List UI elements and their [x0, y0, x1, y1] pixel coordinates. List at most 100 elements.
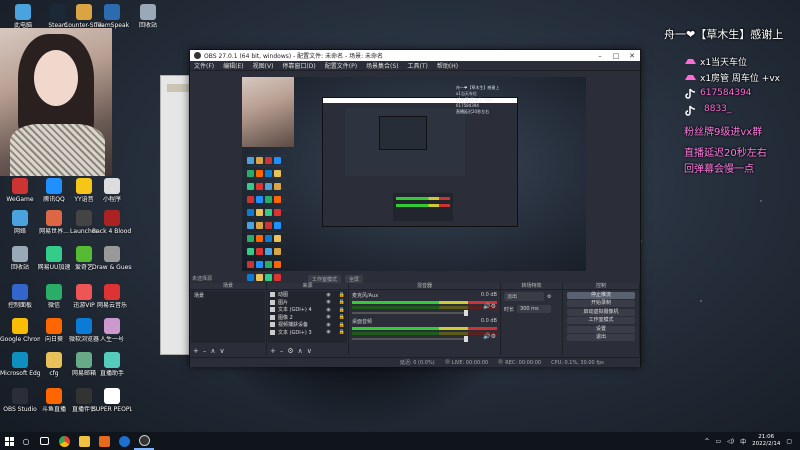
sources-dock-title: 来源	[267, 283, 348, 290]
input-language[interactable]: 中	[740, 437, 746, 446]
preview-icon	[247, 248, 254, 255]
lock-icon[interactable]: 🔒	[339, 299, 345, 305]
taskbar-app-blue[interactable]	[114, 432, 134, 450]
tray-chevron-icon[interactable]: ^	[704, 438, 709, 445]
scenes-list[interactable]: 场景	[191, 291, 265, 343]
preview-icon	[274, 261, 281, 268]
sources-list[interactable]: 动图 ◉ 🔒 图片 ◉ 🔒 文本 (GDI+) 4 ◉ 🔒 图像 2 ◉ 🔒 视频捕获设备 ◉ 🔒 文本 (G…	[268, 291, 347, 343]
visibility-eye-icon[interactable]: ◉	[326, 322, 330, 328]
lock-icon[interactable]: 🔒	[339, 292, 345, 298]
volume-slider[interactable]	[352, 310, 468, 316]
obs-titlebar[interactable]: OBS 27.0.1 (64 bit, windows) - 配置文件: 未命名…	[190, 50, 640, 61]
desktop-icon[interactable]: TeamSpeak	[92, 4, 132, 29]
search-icon[interactable]: ○	[18, 432, 34, 450]
visibility-eye-icon[interactable]: ◉	[326, 329, 330, 335]
menu-view[interactable]: 视图(V)	[253, 61, 274, 70]
desktop-icon-image	[104, 352, 120, 368]
volume-icon[interactable]: ◁)	[727, 438, 734, 445]
scene-down-icon[interactable]: ∨	[220, 347, 225, 355]
desktop-icon[interactable]: SUPER PEOPLE CBT	[92, 388, 132, 413]
menu-edit[interactable]: 编辑(E)	[223, 61, 243, 70]
menu-tools[interactable]: 工具(T)	[408, 61, 428, 70]
lock-icon[interactable]: 🔒	[339, 329, 345, 335]
menu-profile[interactable]: 配置文件(P)	[325, 61, 357, 70]
source-item[interactable]: 文本 (GDI+) 3 ◉ 🔒	[268, 329, 347, 337]
desktop-icon[interactable]: 人生一号	[92, 318, 132, 343]
desktop-icon[interactable]: Draw & Guess	[92, 246, 132, 271]
menu-file[interactable]: 文件(F)	[194, 61, 214, 70]
taskbar-chrome[interactable]	[54, 432, 74, 450]
menu-scene-collection[interactable]: 场景集合(S)	[366, 61, 399, 70]
scene-item[interactable]: 场景	[191, 291, 265, 300]
overlay-line4: 8833_	[704, 104, 732, 114]
source-item[interactable]: 图片 ◉ 🔒	[268, 299, 347, 307]
start-button[interactable]	[0, 432, 18, 450]
stop-streaming-button[interactable]: 停止推流	[567, 291, 635, 299]
desktop-icon-image	[46, 246, 62, 262]
desktop-icon-label: 网易云音乐	[96, 302, 127, 309]
wallpaper-sparkle	[760, 200, 762, 202]
taskbar-task-view[interactable]	[34, 432, 54, 450]
preview-icon	[274, 209, 281, 216]
preview-icon	[265, 235, 272, 242]
transition-settings-icon[interactable]: ⚙	[547, 294, 551, 300]
start-virtual-camera-button[interactable]: 启动虚拟摄像机	[567, 308, 635, 316]
menu-docks[interactable]: 停靠窗口(D)	[282, 61, 315, 70]
taskbar-app-orange[interactable]	[94, 432, 114, 450]
obs-window[interactable]: OBS 27.0.1 (64 bit, windows) - 配置文件: 未命名…	[189, 49, 641, 367]
minimize-icon[interactable]: –	[592, 52, 608, 60]
volume-slider[interactable]	[352, 336, 468, 342]
desktop-icon[interactable]: 回收站	[128, 4, 168, 29]
transition-select[interactable]: 淡出	[504, 292, 544, 301]
lock-icon[interactable]: 🔒	[339, 322, 345, 328]
obs-preview-canvas[interactable]: 舟一❤【草木生】感谢上 x1当天车位 x1房管 周车位 +vx 61758439…	[242, 77, 586, 281]
taskbar-obs[interactable]	[134, 432, 154, 450]
settings-button[interactable]: 设置	[567, 325, 635, 333]
source-item[interactable]: 图像 2 ◉ 🔒	[268, 314, 347, 322]
speaker-icon[interactable]: 🔊⚙	[483, 333, 496, 340]
desktop-icon[interactable]: 此电脑	[3, 4, 43, 29]
add-source-icon[interactable]: +	[270, 347, 276, 355]
visibility-eye-icon[interactable]: ◉	[326, 292, 330, 298]
visibility-eye-icon[interactable]: ◉	[326, 314, 330, 320]
source-type-icon	[270, 292, 275, 298]
scene-up-icon[interactable]: ∧	[210, 347, 215, 355]
visibility-eye-icon[interactable]: ◉	[326, 299, 330, 305]
speaker-icon[interactable]: 🔊⚙	[483, 303, 496, 310]
source-up-icon[interactable]: ∧	[298, 347, 303, 355]
source-item[interactable]: 文本 (GDI+) 4 ◉ 🔒	[268, 306, 347, 314]
exit-button[interactable]: 退出	[567, 334, 635, 341]
audio-meter	[352, 332, 497, 335]
desktop-icon[interactable]: 直播助手	[92, 352, 132, 377]
source-type-icon	[270, 314, 275, 320]
source-item[interactable]: 视频捕获设备 ◉ 🔒	[268, 321, 347, 329]
remove-scene-icon[interactable]: –	[203, 347, 207, 355]
maximize-icon[interactable]: □	[608, 52, 624, 60]
clock[interactable]: 21:06 2022/2/14	[752, 434, 780, 448]
mixer-dock: 混音器 麦克风/Aux 0.0 dB 🔊⚙ 桌面音频 0.0 dB 🔊⚙	[349, 283, 501, 355]
preview-icon	[256, 248, 263, 255]
desktop-icon[interactable]: 小程序	[92, 178, 132, 203]
lock-icon[interactable]: 🔒	[339, 314, 345, 320]
visibility-eye-icon[interactable]: ◉	[326, 307, 330, 313]
add-scene-icon[interactable]: +	[193, 347, 199, 355]
source-down-icon[interactable]: ∨	[307, 347, 312, 355]
lock-icon[interactable]: 🔒	[339, 307, 345, 313]
network-icon[interactable]: ▭	[715, 438, 721, 445]
preview-desktop-icons	[246, 155, 286, 281]
menu-help[interactable]: 帮助(H)	[437, 61, 458, 70]
remove-source-icon[interactable]: –	[280, 347, 284, 355]
overlay-title: 舟一❤【草木生】感谢上	[664, 28, 784, 41]
taskbar-file-explorer[interactable]	[74, 432, 94, 450]
duration-input[interactable]: 300 ms	[517, 305, 552, 313]
source-item[interactable]: 动图 ◉ 🔒	[268, 291, 347, 299]
desktop-icon[interactable]: Back 4 Blood Beta	[92, 210, 132, 235]
source-settings-icon[interactable]: ⚙	[287, 347, 293, 355]
notification-icon[interactable]: ▢	[786, 438, 792, 445]
desktop-icon[interactable]: 网易云音乐	[92, 284, 132, 309]
close-icon[interactable]: ✕	[624, 52, 640, 60]
mixer-channel-name: 麦克风/Aux	[352, 293, 379, 299]
studio-mode-button[interactable]: 工作室模式	[567, 317, 635, 324]
start-recording-button[interactable]: 开始录制	[567, 300, 635, 307]
sources-dock: 来源 动图 ◉ 🔒 图片 ◉ 🔒 文本 (GDI+) 4 ◉ 🔒 图像 2 ◉ 🔒 视频捕获设备 ◉ 🔒 文本…	[267, 283, 349, 355]
